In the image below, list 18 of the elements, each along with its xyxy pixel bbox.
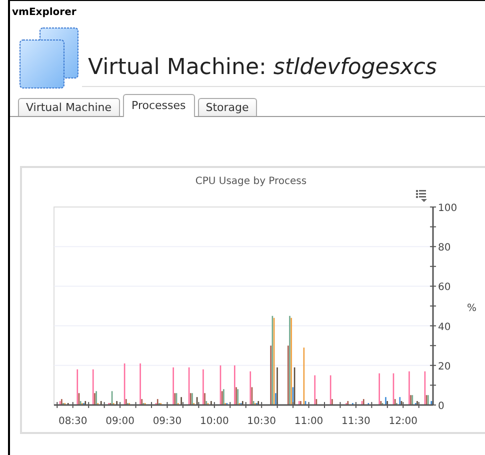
page-title: Virtual Machine: stldevfogesxcs bbox=[82, 55, 485, 87]
app-title: vmExplorer bbox=[11, 6, 78, 20]
axis-label: 80 bbox=[438, 242, 451, 254]
axis-label: 12:00 bbox=[388, 416, 418, 427]
axis-label: 11:00 bbox=[294, 416, 324, 427]
axis-label: 40 bbox=[438, 322, 451, 333]
axis-label: 60 bbox=[438, 282, 451, 294]
axis-label: 11:30 bbox=[342, 416, 370, 427]
axis-label: 08:30 bbox=[58, 416, 88, 427]
axis-label: 09:00 bbox=[106, 416, 134, 427]
axis-title: % bbox=[467, 303, 477, 314]
chart-title: CPU Usage by Process bbox=[194, 175, 308, 189]
axis-label: 09:30 bbox=[152, 416, 182, 427]
axis-label: 10:30 bbox=[247, 416, 276, 427]
axis-label: 10:00 bbox=[200, 416, 229, 427]
axis-label: 0 bbox=[438, 401, 444, 412]
axis-label: 20 bbox=[438, 361, 451, 372]
axis-label: 100 bbox=[438, 203, 458, 214]
